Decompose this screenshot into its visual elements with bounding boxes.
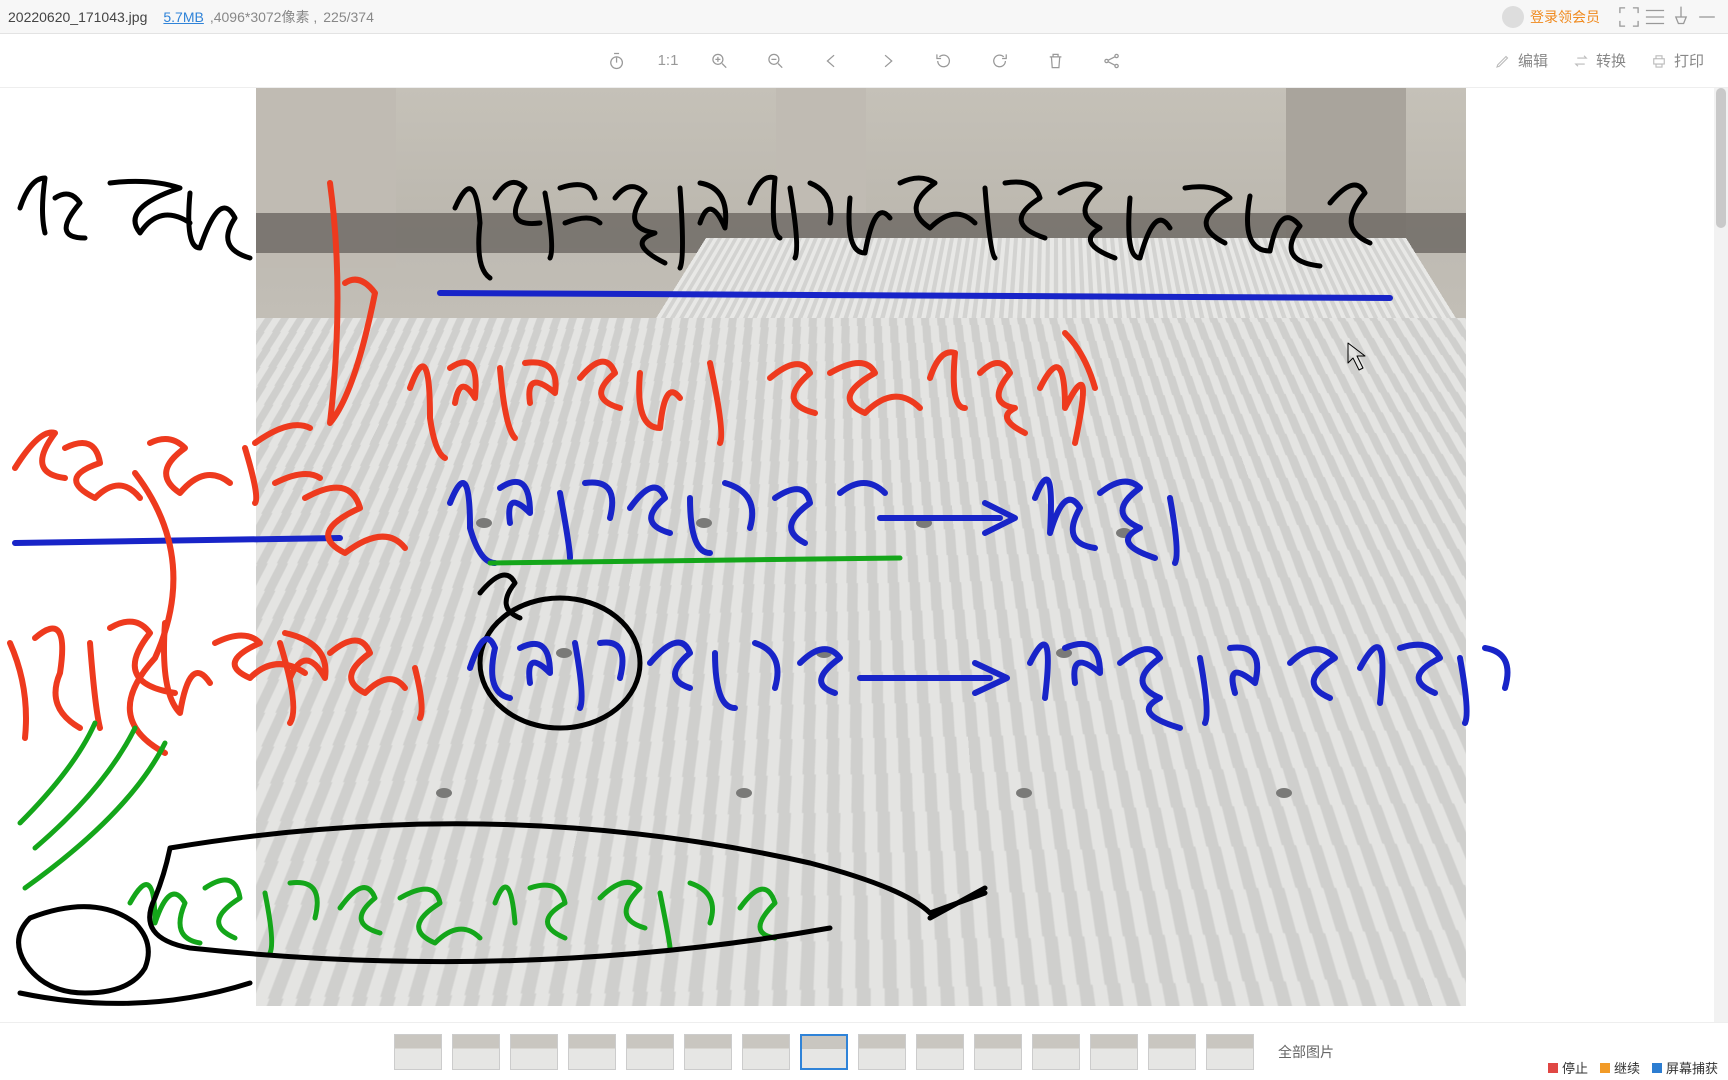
pin-icon[interactable]	[1668, 4, 1694, 30]
resume-label: 继续	[1614, 1058, 1640, 1077]
thumbnail[interactable]	[858, 1034, 906, 1070]
prev-icon[interactable]	[816, 46, 846, 76]
resume-record-button[interactable]: 继续	[1596, 1057, 1644, 1078]
scrollbar-vertical[interactable]	[1714, 88, 1728, 1022]
capture-label: 屏幕捕获	[1666, 1058, 1718, 1077]
image-counter: 225/374	[323, 9, 374, 25]
printer-icon	[1650, 52, 1668, 70]
image-viewport[interactable]	[256, 88, 1466, 1006]
thumbnail[interactable]	[568, 1034, 616, 1070]
stop-icon	[1548, 1063, 1558, 1073]
canvas-area[interactable]	[0, 88, 1728, 1022]
next-icon[interactable]	[872, 46, 902, 76]
print-label: 打印	[1674, 50, 1704, 71]
share-icon[interactable]	[1096, 46, 1126, 76]
edit-label: 编辑	[1518, 50, 1548, 71]
menu-icon[interactable]	[1642, 4, 1668, 30]
thumbnail[interactable]	[626, 1034, 674, 1070]
avatar[interactable]	[1502, 6, 1524, 28]
toolbar: 1:1 编辑 转换 打印	[0, 34, 1728, 88]
thumbnail[interactable]	[1090, 1034, 1138, 1070]
scrollbar-thumb[interactable]	[1716, 88, 1726, 228]
titlebar: 20220620_171043.jpg 5.7MB ,4096*3072像素 ,…	[0, 0, 1728, 34]
convert-button[interactable]: 转换	[1572, 50, 1626, 71]
convert-icon	[1572, 52, 1590, 70]
fullscreen-icon[interactable]	[1616, 4, 1642, 30]
print-button[interactable]: 打印	[1650, 50, 1704, 71]
thumbnail[interactable]	[394, 1034, 442, 1070]
minimize-icon[interactable]	[1694, 4, 1720, 30]
thumbnail[interactable]	[1032, 1034, 1080, 1070]
thumbnail[interactable]	[510, 1034, 558, 1070]
rotate-left-icon[interactable]	[928, 46, 958, 76]
rotate-right-icon[interactable]	[984, 46, 1014, 76]
one-to-one-button[interactable]: 1:1	[658, 52, 679, 69]
screen-capture-button[interactable]: 屏幕捕获	[1648, 1057, 1722, 1078]
thumbnail[interactable]	[916, 1034, 964, 1070]
stop-label: 停止	[1562, 1058, 1588, 1077]
thumbnail[interactable]	[974, 1034, 1022, 1070]
login-link[interactable]: 登录领会员	[1530, 7, 1600, 27]
zoom-in-icon[interactable]	[704, 46, 734, 76]
edit-button[interactable]: 编辑	[1494, 50, 1548, 71]
capture-icon	[1652, 1063, 1662, 1073]
convert-label: 转换	[1596, 50, 1626, 71]
recorder-bar: 停止 继续 屏幕捕获	[1544, 1057, 1722, 1078]
trash-icon[interactable]	[1040, 46, 1070, 76]
thumbnail[interactable]	[452, 1034, 500, 1070]
stop-record-button[interactable]: 停止	[1544, 1057, 1592, 1078]
zoom-out-icon[interactable]	[760, 46, 790, 76]
file-dimensions: ,4096*3072像素 ,	[210, 7, 317, 27]
thumbnail[interactable]	[742, 1034, 790, 1070]
thumbnail-active[interactable]	[800, 1034, 848, 1070]
pause-icon	[1600, 1063, 1610, 1073]
thumbnail[interactable]	[684, 1034, 732, 1070]
all-pictures-button[interactable]: 全部图片	[1278, 1042, 1334, 1062]
thumbnail[interactable]	[1206, 1034, 1254, 1070]
thumbnail-strip: 全部图片	[0, 1022, 1728, 1080]
thumbnail[interactable]	[1148, 1034, 1196, 1070]
stopwatch-icon[interactable]	[602, 46, 632, 76]
file-size-link[interactable]: 5.7MB	[163, 9, 203, 25]
file-name: 20220620_171043.jpg	[8, 9, 147, 25]
pencil-icon	[1494, 52, 1512, 70]
